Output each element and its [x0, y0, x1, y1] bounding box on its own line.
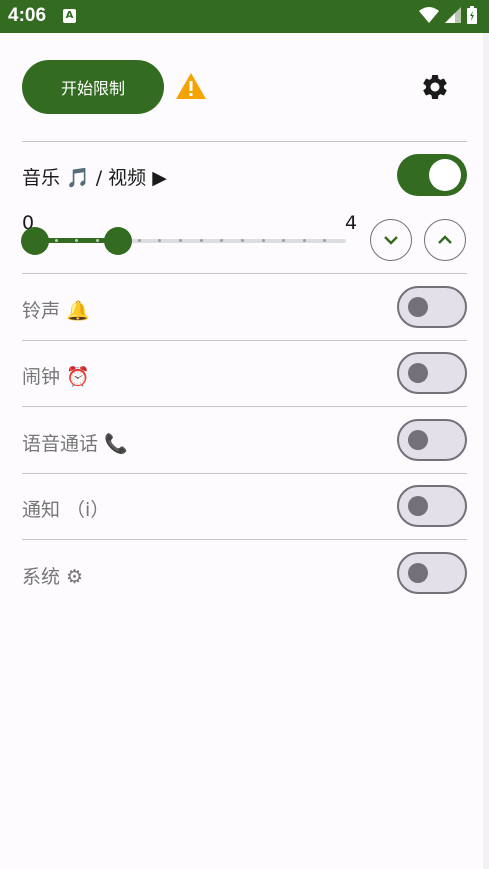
slider-tick: [96, 239, 99, 242]
background-edge: [483, 33, 489, 869]
slider-tick: [55, 239, 58, 242]
volume-slider-track[interactable]: [118, 239, 346, 243]
chevron-down-icon: [384, 236, 398, 245]
divider: [22, 473, 467, 474]
toggle-alarm[interactable]: [397, 352, 467, 394]
slider-tick: [75, 239, 78, 242]
notification-icon: A: [63, 9, 76, 23]
slider-tick: [158, 239, 161, 242]
increase-button[interactable]: [424, 219, 466, 261]
decrease-button[interactable]: [370, 219, 412, 261]
divider: [22, 406, 467, 407]
slider-tick: [241, 239, 244, 242]
row-label-ringtone: 铃声 🔔: [22, 300, 90, 322]
toggle-notification[interactable]: [397, 485, 467, 527]
status-time: 4:06: [8, 5, 47, 26]
divider: [22, 539, 467, 540]
slider-tick: [262, 239, 265, 242]
slider-max-label: 4: [345, 212, 358, 234]
battery-icon: [467, 6, 477, 24]
warning-icon: [176, 73, 206, 99]
toggle-knob: [408, 496, 428, 516]
toggle-system[interactable]: [397, 552, 467, 594]
toggle-knob: [408, 297, 428, 317]
toggle-knob: [429, 159, 461, 191]
row-label-system: 系统 ⚙: [22, 566, 84, 588]
wifi-icon: [419, 7, 439, 23]
slider-tick: [323, 239, 326, 242]
toggle-knob: [408, 430, 428, 450]
divider: [22, 340, 467, 341]
status-bar: 4:06 A: [0, 0, 489, 33]
slider-start-thumb[interactable]: [21, 227, 49, 255]
slider-value-thumb[interactable]: [104, 227, 132, 255]
slider-tick: [200, 239, 203, 242]
signal-icon: [445, 7, 461, 23]
chevron-up-icon: [438, 235, 452, 244]
toggle-knob: [408, 363, 428, 383]
row-label-voice-call: 语音通话 📞: [22, 433, 128, 455]
toggle-ringtone[interactable]: [397, 286, 467, 328]
row-label-notification: 通知 （i）: [22, 499, 110, 521]
slider-tick: [220, 239, 223, 242]
slider-tick: [138, 239, 141, 242]
divider: [22, 273, 467, 274]
settings-gear-icon[interactable]: [420, 72, 450, 102]
toggle-knob: [408, 563, 428, 583]
slider-tick: [179, 239, 182, 242]
start-limit-button[interactable]: 开始限制: [22, 60, 164, 114]
row-label-alarm: 闹钟 ⏰: [22, 366, 90, 388]
row-label-music-video: 音乐 🎵 / 视频 ▶: [22, 167, 167, 189]
toggle-music-video[interactable]: [397, 154, 467, 196]
slider-tick: [282, 239, 285, 242]
toggle-voice-call[interactable]: [397, 419, 467, 461]
slider-tick: [303, 239, 306, 242]
status-icons: [419, 6, 477, 24]
divider: [22, 141, 467, 142]
